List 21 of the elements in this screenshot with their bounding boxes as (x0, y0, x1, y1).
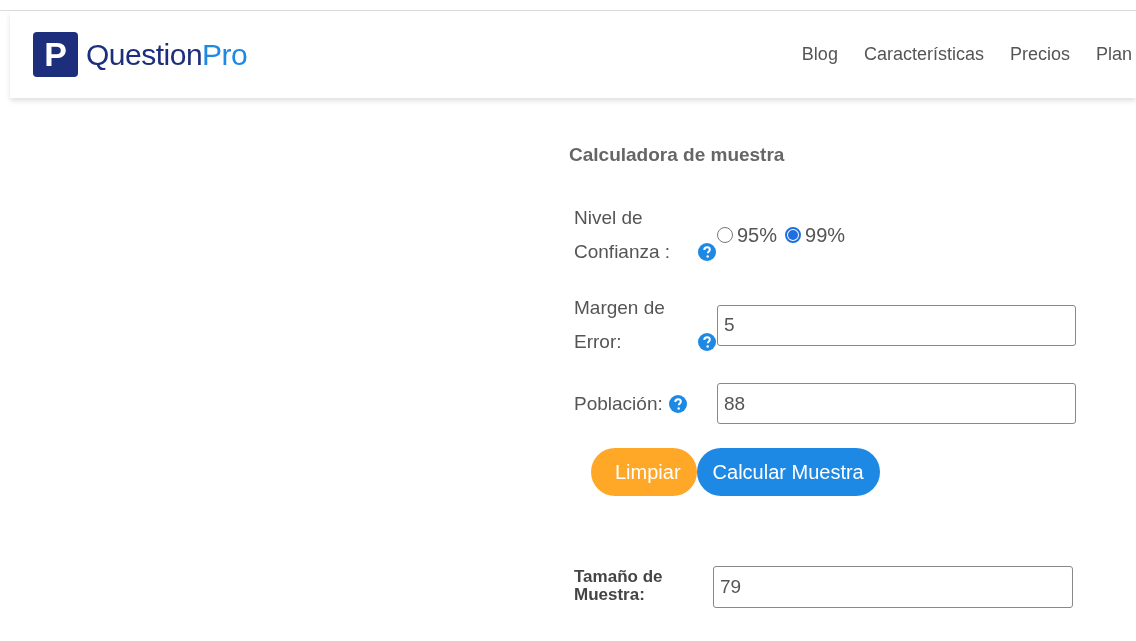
result-field[interactable]: 79 (713, 566, 1073, 608)
logo-icon: P (33, 32, 78, 77)
nav-link[interactable]: Blog (801, 44, 838, 65)
logo-text: QuestionPro (86, 37, 248, 72)
field-label: Población: (574, 391, 663, 416)
field-label: Margen de Error: (574, 296, 666, 354)
result-label: Tamaño de Muestra: (574, 568, 664, 604)
calculate-button[interactable]: Calcular Muestra (696, 448, 880, 496)
field-label: Nivel de Confianza : (574, 206, 672, 264)
help-icon[interactable] (698, 333, 716, 351)
radio-label: 99% (805, 223, 846, 247)
help-icon[interactable] (668, 394, 687, 413)
input-field[interactable]: 5 (717, 304, 1076, 346)
calculator-title: Calculadora de muestra (569, 144, 786, 166)
nav-link[interactable]: Precios (1009, 44, 1070, 65)
nav-link[interactable]: Características (863, 44, 984, 65)
nav-link[interactable]: Plan (1095, 44, 1132, 65)
input-field[interactable]: 88 (717, 383, 1076, 424)
radio-label: 95% (737, 223, 778, 247)
help-icon[interactable] (698, 243, 716, 261)
radio-button[interactable] (785, 227, 802, 243)
